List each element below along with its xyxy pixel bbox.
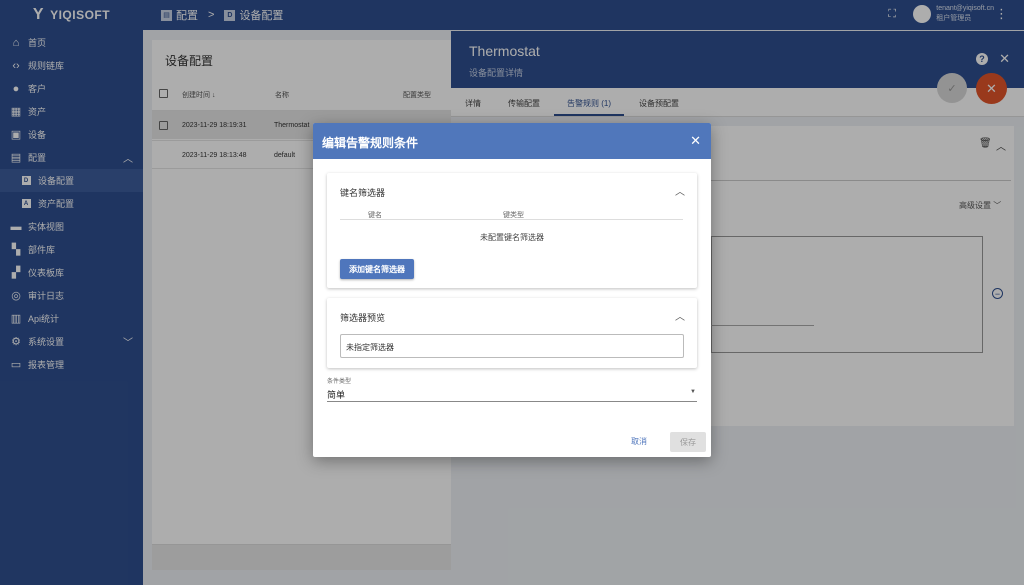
edit-alarm-condition-dialog: 编辑告警规则条件 ✕ 键名筛选器 ︿ 键名 键类型 未配置键名筛选器 添加键名筛… [313, 123, 711, 457]
close-icon[interactable]: ✕ [690, 133, 701, 149]
dropdown-arrow-icon[interactable]: ▼ [690, 389, 696, 395]
dialog-title: 编辑告警规则条件 [322, 136, 419, 150]
filter-preview-field: 未指定筛选器 [340, 334, 684, 358]
divider [340, 219, 683, 220]
chevron-up-icon[interactable]: ︿ [675, 183, 685, 198]
save-button[interactable]: 保存 [670, 432, 706, 452]
condition-type-select[interactable]: 简单 [327, 388, 345, 401]
empty-message: 未配置键名筛选器 [480, 233, 544, 242]
chevron-up-icon[interactable]: ︿ [675, 308, 685, 323]
cancel-button[interactable]: 取消 [631, 436, 647, 447]
section-title: 键名筛选器 [340, 188, 386, 198]
add-key-filter-button[interactable]: 添加键名筛选器 [340, 259, 414, 279]
section-title: 筛选器预览 [340, 313, 386, 323]
select-underline [327, 401, 697, 402]
filter-preview-section: 筛选器预览 ︿ 未指定筛选器 [327, 298, 697, 368]
key-filters-section: 键名筛选器 ︿ 键名 键类型 未配置键名筛选器 添加键名筛选器 [327, 173, 697, 288]
condition-type-label: 条件类型 [327, 379, 352, 385]
dialog-header: 编辑告警规则条件 ✕ [313, 123, 711, 159]
